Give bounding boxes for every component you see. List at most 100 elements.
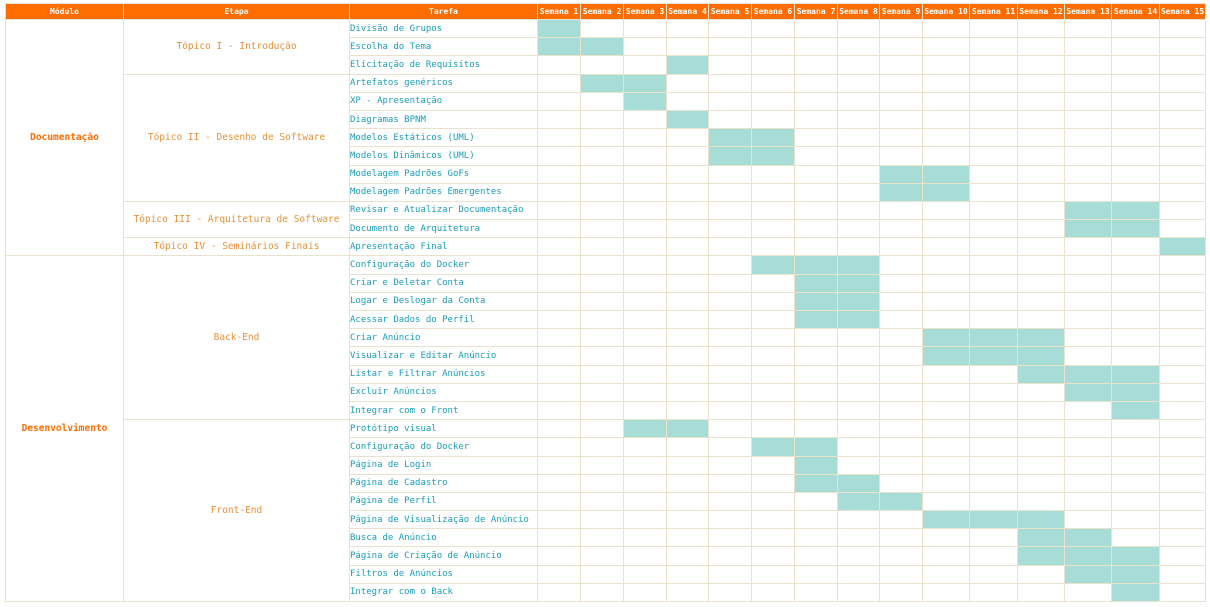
header-tarefa: Tarefa [349, 3, 538, 20]
stage-cell: Tópico I - Introdução [123, 19, 350, 75]
week-cell [1111, 128, 1160, 148]
week-cell [580, 473, 624, 493]
week-cell [879, 128, 923, 148]
task-name: Criar e Deletar Conta [349, 273, 538, 293]
week-cell [580, 18, 624, 39]
week-cell [794, 18, 838, 39]
week-cell [537, 73, 581, 93]
week-cell [1064, 455, 1112, 475]
week-cell [751, 164, 795, 184]
header-week-4: Semana 4 [666, 3, 709, 20]
week-cell [537, 455, 581, 475]
week-cell [1111, 291, 1160, 312]
week-cell [1159, 346, 1206, 366]
week-cell [794, 55, 838, 75]
task-name: XP - Apresentação [349, 91, 538, 111]
week-cell [666, 146, 709, 166]
header-week-5: Semana 5 [708, 3, 752, 20]
week-cell [623, 237, 667, 257]
header-week-15: Semana 15 [1159, 3, 1206, 20]
week-cell [1017, 309, 1065, 330]
week-cell [708, 491, 752, 512]
week-cell [837, 582, 880, 603]
header-week-6: Semana 6 [751, 3, 795, 20]
week-cell [837, 328, 880, 348]
week-cell [751, 309, 795, 330]
schedule-bar-cell [751, 146, 795, 166]
week-cell [666, 73, 709, 93]
task-name: Modelagem Padrões GoFs [349, 164, 538, 184]
task-name: Modelagem Padrões Emergentes [349, 182, 538, 202]
week-cell [1064, 109, 1112, 130]
week-cell [879, 273, 923, 293]
week-cell [1064, 437, 1112, 457]
week-cell [879, 328, 923, 348]
schedule-bar-cell [1111, 382, 1160, 402]
week-cell [1159, 219, 1206, 239]
task-name: Página de Login [349, 455, 538, 475]
week-cell [708, 291, 752, 312]
week-cell [580, 328, 624, 348]
week-cell [922, 437, 970, 457]
schedule-bar-cell [922, 346, 970, 366]
week-cell [708, 237, 752, 257]
week-cell [1017, 255, 1065, 275]
week-cell [537, 437, 581, 457]
week-cell [666, 437, 709, 457]
week-cell [623, 309, 667, 330]
week-cell [666, 382, 709, 402]
week-cell [537, 291, 581, 312]
week-cell [879, 382, 923, 402]
schedule-bar-cell [837, 273, 880, 293]
task-name: Configuração do Docker [349, 255, 538, 275]
week-cell [580, 237, 624, 257]
week-cell [1111, 73, 1160, 93]
week-cell [623, 546, 667, 566]
week-cell [1017, 419, 1065, 439]
week-cell [969, 400, 1018, 421]
week-cell [879, 73, 923, 93]
week-cell [580, 400, 624, 421]
schedule-bar-cell [879, 491, 923, 512]
week-cell [1159, 382, 1206, 402]
week-cell [794, 128, 838, 148]
week-cell [537, 328, 581, 348]
week-cell [623, 200, 667, 221]
task-name: Visualizar e Editar Anúncio [349, 346, 538, 366]
week-cell [708, 400, 752, 421]
week-cell [623, 528, 667, 548]
week-cell [580, 219, 624, 239]
schedule-bar-cell [879, 182, 923, 202]
task-name: Integrar com o Back [349, 582, 538, 603]
week-cell [969, 564, 1018, 584]
week-cell [623, 18, 667, 39]
week-cell [1064, 273, 1112, 293]
week-cell [623, 182, 667, 202]
schedule-bar-cell [1159, 237, 1206, 257]
week-cell [666, 219, 709, 239]
week-cell [537, 255, 581, 275]
week-cell [537, 200, 581, 221]
week-cell [580, 455, 624, 475]
header-week-2: Semana 2 [580, 3, 624, 20]
module-cell: Documentação [5, 18, 124, 257]
week-cell [580, 382, 624, 402]
week-cell [879, 291, 923, 312]
week-cell [1159, 546, 1206, 566]
schedule-bar-cell [1064, 528, 1112, 548]
schedule-bar-cell [794, 473, 838, 493]
schedule-bar-cell [751, 128, 795, 148]
week-cell [580, 346, 624, 366]
week-cell [537, 400, 581, 421]
week-cell [708, 200, 752, 221]
week-cell [708, 346, 752, 366]
week-cell [580, 146, 624, 166]
week-cell [1017, 564, 1065, 584]
week-cell [879, 346, 923, 366]
schedule-bar-cell [1017, 528, 1065, 548]
week-cell [708, 364, 752, 384]
header-week-10: Semana 10 [922, 3, 970, 20]
schedule-bar-cell [1064, 564, 1112, 584]
schedule-bar-cell [666, 419, 709, 439]
week-cell [1159, 200, 1206, 221]
